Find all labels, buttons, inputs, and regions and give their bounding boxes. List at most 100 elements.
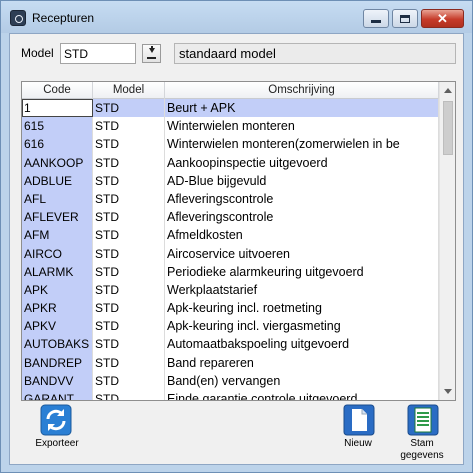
code-cell[interactable]: AFLEVER — [22, 208, 93, 227]
table-row[interactable]: AUTOBAKS STD Automaatbakspoeling uitgevoer… — [22, 335, 439, 354]
code-cell[interactable]: BANDREP — [22, 353, 93, 372]
omschrijving-cell[interactable]: Afleveringscontrole — [165, 189, 439, 209]
model-cell[interactable]: STD — [93, 226, 165, 245]
model-cell[interactable]: STD — [93, 317, 165, 336]
scroll-thumb[interactable] — [443, 101, 453, 155]
code-cell[interactable]: AANKOOP — [22, 153, 93, 172]
omschrijving-cell[interactable]: Winterwielen monteren(zomerwielen in be — [165, 135, 439, 154]
master-data-button[interactable]: Stam gegevens — [387, 404, 457, 464]
window-title: Recepturen — [32, 11, 95, 25]
new-label: Nieuw — [344, 438, 372, 449]
column-header-code[interactable]: Code — [22, 82, 93, 99]
model-cell[interactable]: STD — [93, 153, 165, 172]
omschrijving-cell[interactable]: Apk-keuring incl. roetmeting — [165, 299, 439, 318]
table-row[interactable]: GARANT STD Einde garantie controle uitgevo… — [22, 390, 439, 400]
table-row[interactable]: ALARMK STD Periodieke alarmkeuring uitgevo… — [22, 262, 439, 281]
omschrijving-cell[interactable]: Werkplaatstarief — [165, 280, 439, 300]
omschrijving-cell[interactable]: Band repareren — [165, 353, 439, 372]
table-row[interactable]: BANDREP STD Band repareren — [22, 353, 439, 372]
column-header-omschrijving[interactable]: Omschrijving — [165, 82, 439, 99]
model-cell[interactable]: STD — [93, 299, 165, 318]
table-row[interactable]: APK STD Werkplaatstarief — [22, 280, 439, 300]
code-cell[interactable]: AIRCO — [22, 244, 93, 263]
model-input[interactable] — [60, 43, 136, 64]
refresh-arrows-icon — [40, 404, 72, 436]
code-cell[interactable]: BANDVV — [22, 371, 93, 390]
model-cell[interactable]: STD — [93, 390, 165, 400]
scroll-up-icon — [444, 88, 452, 93]
column-header-model[interactable]: Model — [93, 82, 165, 99]
new-document-icon — [343, 404, 375, 436]
model-cell[interactable]: STD — [93, 262, 165, 281]
omschrijving-cell[interactable]: Winterwielen monteren — [165, 117, 439, 136]
minimize-button[interactable] — [363, 9, 389, 28]
title-bar[interactable]: Recepturen ✕ — [1, 1, 472, 33]
omschrijving-cell[interactable]: Automaatbakspoeling uitgevoerd — [165, 335, 439, 354]
code-cell[interactable]: 1 — [22, 99, 93, 118]
recepturen-window: Recepturen ✕ Model standaard model Code … — [0, 0, 473, 473]
omschrijving-cell[interactable]: Einde garantie controle uitgevoerd — [165, 390, 439, 400]
code-cell[interactable]: GARANT — [22, 390, 93, 400]
code-cell[interactable]: AUTOBAKS — [22, 335, 93, 354]
table-row[interactable]: AFL STD Afleveringscontrole — [22, 189, 439, 209]
model-label: Model — [21, 46, 54, 60]
document-list-icon — [407, 404, 439, 436]
omschrijving-cell[interactable]: Apk-keuring incl. viergasmeting — [165, 317, 439, 336]
model-cell[interactable]: STD — [93, 208, 165, 227]
master-data-label: Stam gegevens — [400, 438, 444, 461]
minimize-icon — [371, 20, 381, 23]
omschrijving-cell[interactable]: Afleveringscontrole — [165, 208, 439, 227]
omschrijving-cell[interactable]: Aircoservice uitvoeren — [165, 244, 439, 263]
close-icon: ✕ — [437, 11, 448, 26]
table-row[interactable]: BANDVV STD Band(en) vervangen — [22, 371, 439, 390]
model-cell[interactable]: STD — [93, 135, 165, 154]
code-cell[interactable]: ALARMK — [22, 262, 93, 281]
table-row[interactable]: AFM STD Afmeldkosten — [22, 226, 439, 245]
code-cell[interactable]: AFM — [22, 226, 93, 245]
code-cell[interactable]: APKR — [22, 299, 93, 318]
code-cell[interactable]: APK — [22, 280, 93, 300]
model-cell[interactable]: STD — [93, 189, 165, 209]
table-row[interactable]: 1 STD Beurt + APK — [22, 99, 439, 118]
vertical-scrollbar[interactable] — [439, 82, 455, 400]
maximize-button[interactable] — [392, 9, 418, 28]
omschrijving-cell[interactable]: Aankoopinspectie uitgevoerd — [165, 153, 439, 172]
model-cell[interactable]: STD — [93, 353, 165, 372]
table-row[interactable]: AANKOOP STD Aankoopinspectie uitgevoerd — [22, 153, 439, 172]
table-row[interactable]: ADBLUE STD AD-Blue bijgevuld — [22, 171, 439, 190]
close-button[interactable]: ✕ — [421, 9, 464, 28]
omschrijving-cell[interactable]: Band(en) vervangen — [165, 371, 439, 390]
omschrijving-cell[interactable]: AD-Blue bijgevuld — [165, 171, 439, 190]
code-cell[interactable]: 616 — [22, 135, 93, 154]
maximize-icon — [400, 14, 410, 23]
recepturen-grid[interactable]: Code Model Omschrijving 1 STD Beurt + APK 6… — [21, 81, 456, 401]
table-row[interactable]: 615 STD Winterwielen monteren — [22, 117, 439, 136]
omschrijving-cell[interactable]: Beurt + APK — [165, 99, 439, 118]
model-cell[interactable]: STD — [93, 117, 165, 136]
model-cell[interactable]: STD — [93, 171, 165, 190]
code-cell[interactable]: 615 — [22, 117, 93, 136]
model-cell[interactable]: STD — [93, 99, 165, 118]
table-row[interactable]: 616 STD Winterwielen monteren(zomerwielen … — [22, 135, 439, 154]
model-cell[interactable]: STD — [93, 244, 165, 263]
model-cell[interactable]: STD — [93, 371, 165, 390]
model-cell[interactable]: STD — [93, 280, 165, 300]
export-button[interactable]: Exporteer — [22, 404, 92, 464]
scroll-down-button[interactable] — [440, 383, 455, 400]
model-lookup-button[interactable] — [142, 44, 161, 63]
model-cell[interactable]: STD — [93, 335, 165, 354]
table-row[interactable]: APKV STD Apk-keuring incl. viergasmeting — [22, 317, 439, 336]
table-row[interactable]: APKR STD Apk-keuring incl. roetmeting — [22, 299, 439, 318]
scroll-up-button[interactable] — [440, 82, 455, 99]
new-button[interactable]: Nieuw — [323, 404, 393, 464]
scroll-down-icon — [444, 389, 452, 394]
code-cell[interactable]: AFL — [22, 189, 93, 209]
table-row[interactable]: AFLEVER STD Afleveringscontrole — [22, 208, 439, 227]
omschrijving-cell[interactable]: Periodieke alarmkeuring uitgevoerd — [165, 262, 439, 281]
code-cell[interactable]: ADBLUE — [22, 171, 93, 190]
code-cell[interactable]: APKV — [22, 317, 93, 336]
table-row[interactable]: AIRCO STD Aircoservice uitvoeren — [22, 244, 439, 263]
omschrijving-cell[interactable]: Afmeldkosten — [165, 226, 439, 245]
model-description: standaard model — [174, 43, 456, 64]
app-icon[interactable] — [10, 10, 26, 26]
